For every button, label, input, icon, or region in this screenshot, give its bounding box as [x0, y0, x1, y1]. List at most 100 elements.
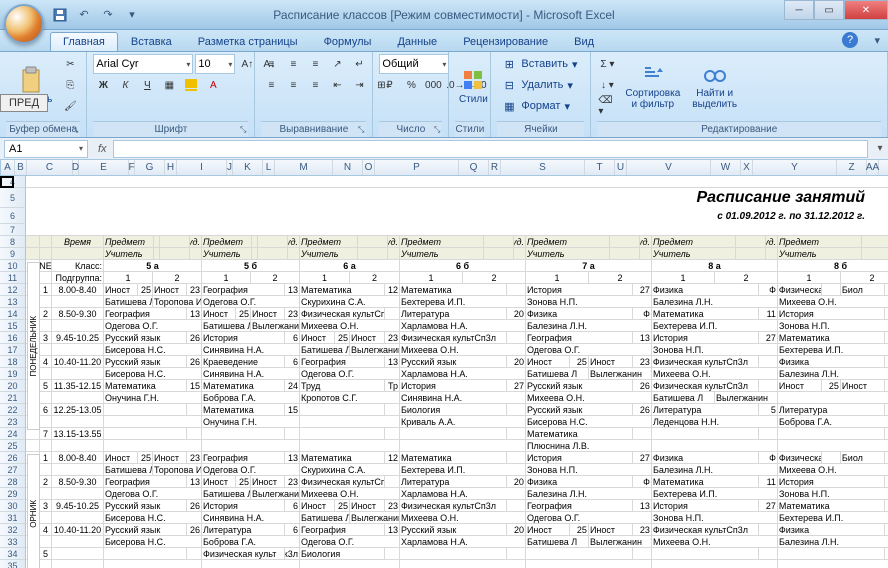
cell[interactable]: Русский язык — [400, 524, 507, 536]
cell[interactable]: 20 — [507, 476, 526, 488]
cell[interactable] — [759, 548, 778, 560]
cell[interactable]: 8 а — [652, 260, 778, 272]
cell[interactable]: Торопова И — [153, 464, 202, 476]
cell[interactable] — [52, 488, 104, 500]
row-head[interactable]: 8 — [0, 236, 26, 248]
clipboard-launcher-icon[interactable]: ⤡ — [72, 125, 78, 135]
cell[interactable] — [26, 440, 40, 452]
align-center-icon[interactable]: ≡ — [283, 75, 303, 95]
col-head-G[interactable]: G — [135, 160, 165, 175]
row-head[interactable]: 28 — [0, 476, 26, 488]
cell[interactable]: География — [300, 524, 385, 536]
cell[interactable]: Михеева О.Н. — [778, 464, 888, 476]
cell[interactable] — [40, 488, 52, 500]
font-color-icon[interactable]: A — [203, 75, 223, 95]
cell[interactable]: 15 — [187, 380, 202, 392]
cell[interactable] — [104, 416, 202, 428]
wrap-text-icon[interactable]: ↵ — [349, 54, 369, 74]
cell[interactable]: Русский язык — [104, 356, 187, 368]
clear-icon[interactable]: ⌫ ▾ — [597, 96, 617, 116]
cell[interactable]: История — [652, 332, 759, 344]
tab-layout[interactable]: Разметка страницы — [185, 32, 311, 51]
cell[interactable]: 11 — [759, 476, 778, 488]
cell[interactable] — [736, 236, 766, 248]
cell[interactable]: Литература — [652, 404, 759, 416]
col-head-L[interactable]: L — [263, 160, 275, 175]
format-cells-button[interactable]: ▦Формат ▾ — [497, 96, 574, 116]
cell[interactable]: Михеева О.Н. — [526, 392, 652, 404]
cell[interactable]: Михеева О.Н. — [300, 488, 400, 500]
cell[interactable]: Математика — [202, 404, 285, 416]
cell[interactable]: 2 — [841, 272, 888, 284]
row-head[interactable]: 11 — [0, 272, 26, 284]
cell[interactable]: Зонова Н.П. — [652, 512, 778, 524]
col-head-Q[interactable]: Q — [459, 160, 489, 175]
cell[interactable]: Физика — [778, 524, 885, 536]
cell[interactable]: Ауд. — [640, 236, 652, 248]
cell[interactable]: Математика — [202, 380, 285, 392]
cell[interactable]: Ак3л — [285, 548, 300, 560]
cell[interactable]: Одегова О.Г. — [104, 488, 202, 500]
col-head-I[interactable]: I — [177, 160, 227, 175]
formula-expand-icon[interactable]: ▾ — [872, 143, 888, 154]
cell[interactable] — [652, 548, 759, 560]
cell[interactable] — [202, 428, 285, 440]
cell[interactable]: 5 — [759, 404, 778, 416]
cell[interactable]: Учитель — [778, 248, 862, 260]
cell[interactable]: 25 — [236, 476, 251, 488]
row-head[interactable]: 33 — [0, 536, 26, 548]
row-head[interactable]: 23 — [0, 416, 26, 428]
cell[interactable]: 11.35-12.15 — [52, 380, 104, 392]
cell[interactable]: Литература — [400, 476, 507, 488]
cell[interactable]: 8.50-9.30 — [52, 476, 104, 488]
cell[interactable]: 6 — [285, 356, 300, 368]
cell[interactable]: Батишева Л — [526, 536, 589, 548]
cell[interactable]: Вылегжанин — [589, 536, 652, 548]
cell[interactable]: Биология — [300, 548, 385, 560]
cell[interactable]: 23 — [633, 356, 652, 368]
cell[interactable]: Синявина Н.А. — [202, 512, 300, 524]
cell[interactable]: Учитель — [300, 248, 358, 260]
cell[interactable]: Торопова И — [153, 296, 202, 308]
cell[interactable] — [507, 284, 526, 296]
row-head[interactable]: 22 — [0, 404, 26, 416]
grow-font-icon[interactable]: A↑ — [237, 54, 257, 74]
align-top-icon[interactable]: ≡ — [261, 54, 281, 74]
cell[interactable]: Батишева Л — [202, 320, 251, 332]
cell[interactable]: Литература — [202, 524, 285, 536]
cell[interactable] — [40, 464, 52, 476]
cell[interactable]: Михеева О.Н. — [652, 536, 778, 548]
row-head[interactable]: 31 — [0, 512, 26, 524]
cell[interactable] — [40, 560, 52, 568]
cell[interactable]: Физика — [526, 476, 633, 488]
font-size-combobox[interactable]: 10▾ — [195, 54, 235, 74]
cell[interactable] — [52, 560, 104, 568]
cell[interactable]: Кропотов С.Г. — [300, 392, 400, 404]
office-button[interactable] — [4, 4, 44, 44]
row-head[interactable]: 34 — [0, 548, 26, 560]
cell[interactable] — [160, 236, 190, 248]
cell[interactable]: Учитель — [526, 248, 610, 260]
col-head-P[interactable]: P — [375, 160, 459, 175]
tab-formulas[interactable]: Формулы — [311, 32, 385, 51]
cell[interactable] — [187, 404, 202, 416]
cell[interactable] — [40, 512, 52, 524]
cell[interactable]: Физическая культСп3л — [300, 476, 385, 488]
row-head[interactable]: 6 — [0, 208, 26, 224]
row-head[interactable]: 13 — [0, 296, 26, 308]
cell[interactable]: Вылегжанин — [251, 320, 300, 332]
cell[interactable]: NE — [40, 260, 52, 272]
cell[interactable]: Леденцова Н.Н. — [652, 416, 778, 428]
cell[interactable]: Бехтерева И.П. — [652, 320, 778, 332]
cell[interactable] — [52, 512, 104, 524]
cell[interactable]: География — [202, 284, 285, 296]
cell[interactable]: 25 — [335, 332, 350, 344]
tab-review[interactable]: Рецензирование — [450, 32, 561, 51]
cell[interactable]: Подгруппа: — [52, 272, 104, 284]
cell[interactable]: Бисерова Н.С. — [104, 368, 202, 380]
cell[interactable]: Русский язык — [400, 356, 507, 368]
cell[interactable]: География — [526, 332, 633, 344]
row-head[interactable]: 10 — [0, 260, 26, 272]
minimize-button[interactable]: ─ — [784, 0, 814, 20]
cell[interactable]: Класс: — [52, 260, 104, 272]
